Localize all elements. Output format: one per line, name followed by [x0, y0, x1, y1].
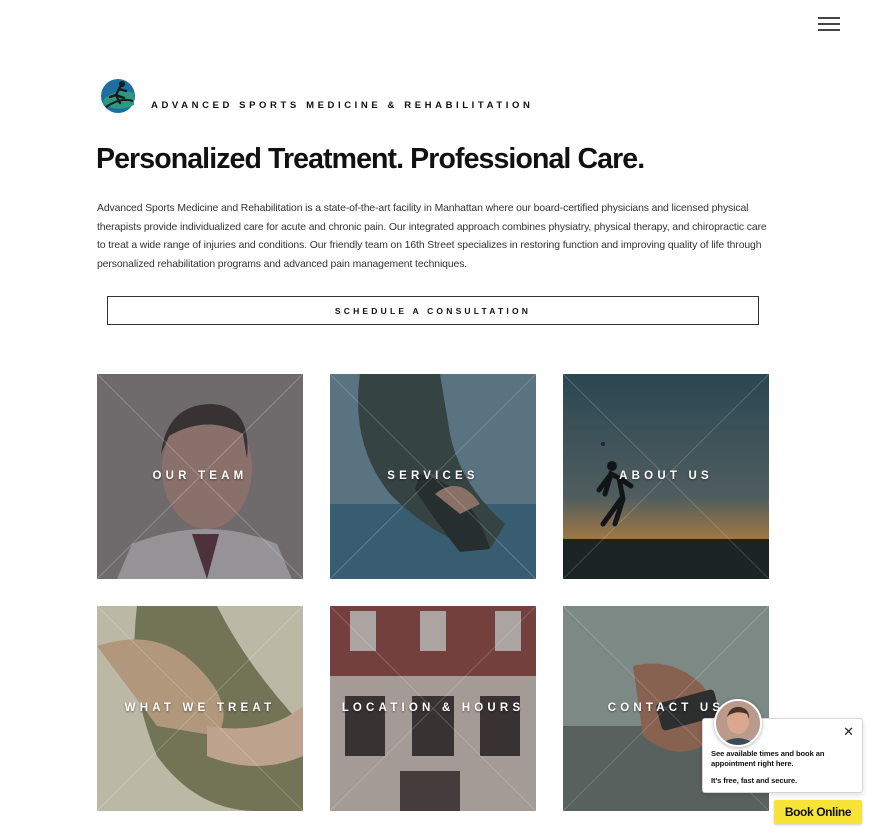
tile-label: LOCATION & HOURS [341, 701, 525, 714]
tile-what-we-treat[interactable]: WHAT WE TREAT [97, 606, 303, 811]
close-icon[interactable]: ✕ [843, 724, 854, 740]
booking-subtext: It's free, fast and secure. [711, 776, 798, 785]
tile-label: SERVICES [387, 469, 479, 482]
runner-globe-logo [101, 79, 135, 113]
tile-label: WHAT WE TREAT [124, 701, 276, 714]
doctor-avatar [714, 699, 762, 747]
book-online-button[interactable]: Book Online [774, 800, 862, 824]
tile-about-us[interactable]: ABOUT US [563, 374, 769, 579]
tile-our-team[interactable]: OUR TEAM [97, 374, 303, 579]
intro-paragraph: Advanced Sports Medicine and Rehabilitat… [97, 203, 767, 270]
tile-location-hours[interactable]: LOCATION & HOURS [330, 606, 536, 811]
booking-message: See available times and book an appointm… [711, 749, 825, 768]
tile-label: OUR TEAM [152, 469, 248, 482]
tile-label: CONTACT US [607, 701, 725, 714]
schedule-consultation-button[interactable]: SCHEDULE A CONSULTATION [107, 296, 759, 325]
page-title: Personalized Treatment. Professional Car… [96, 143, 645, 175]
tile-services[interactable]: SERVICES [330, 374, 536, 579]
tile-label: ABOUT US [619, 469, 713, 482]
hamburger-menu-icon[interactable] [818, 16, 840, 32]
brand-name: ADVANCED SPORTS MEDICINE & REHABILITATIO… [151, 100, 534, 111]
